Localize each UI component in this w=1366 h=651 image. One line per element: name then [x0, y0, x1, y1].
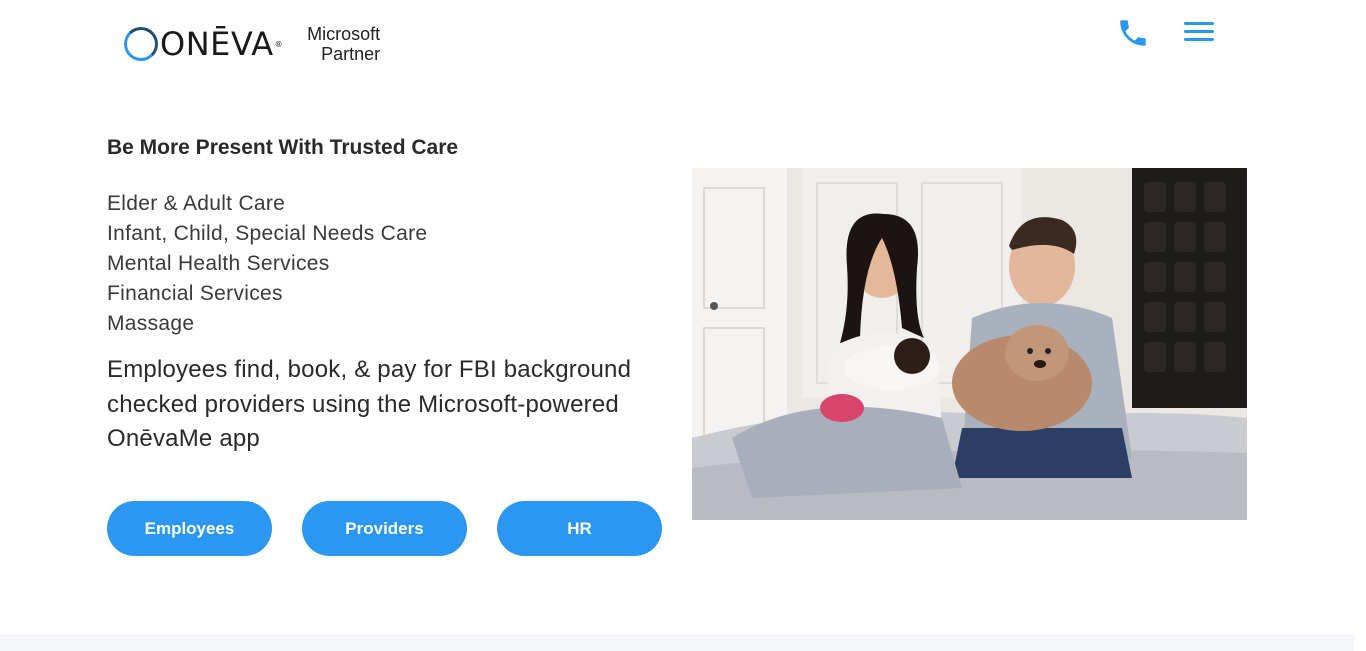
logo-o-ring-icon	[124, 27, 158, 61]
employees-button[interactable]: Employees	[107, 501, 272, 556]
menu-bar	[1184, 38, 1214, 41]
footer-band	[0, 634, 1354, 651]
logo-wordmark: ONĒVA ®	[124, 27, 283, 61]
hr-button[interactable]: HR	[497, 501, 662, 556]
service-item: Financial Services	[107, 282, 283, 305]
microsoft-partner-label: Microsoft Partner	[307, 24, 380, 64]
partner-line-2: Partner	[321, 44, 381, 64]
menu-bar	[1184, 30, 1214, 33]
menu-bar	[1184, 22, 1214, 25]
services-list: Elder & Adult Care Infant, Child, Specia…	[107, 189, 427, 339]
service-item: Mental Health Services	[107, 252, 330, 275]
service-item: Massage	[107, 312, 195, 335]
oneva-logo[interactable]: ONĒVA ® Microsoft Partner	[124, 18, 380, 70]
phone-icon[interactable]	[1116, 16, 1150, 50]
hamburger-menu-icon[interactable]	[1184, 22, 1214, 44]
hero-heading: Be More Present With Trusted Care	[107, 136, 459, 159]
service-item: Infant, Child, Special Needs Care	[107, 222, 428, 245]
partner-line-1: Microsoft	[307, 24, 381, 44]
logo-text: ONĒVA	[160, 25, 274, 63]
family-photo	[692, 168, 1247, 520]
site-header: ONĒVA ® Microsoft Partner	[0, 0, 1366, 90]
service-item: Elder & Adult Care	[107, 192, 286, 215]
providers-button[interactable]: Providers	[302, 501, 467, 556]
hero-tagline: Employees find, book, & pay for FBI back…	[107, 356, 632, 452]
logo-trademark: ®	[274, 39, 284, 49]
